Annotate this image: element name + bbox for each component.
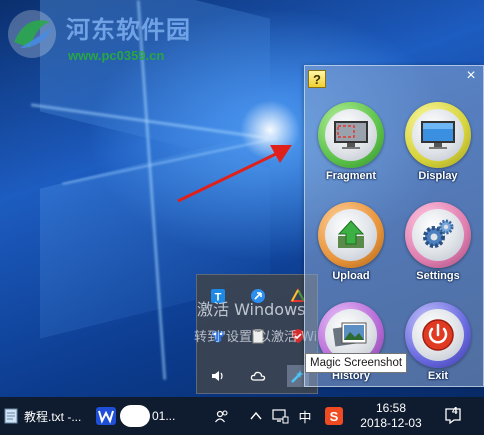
people-button[interactable] [212,397,232,435]
display-ring [405,102,471,168]
magic-screenshot-panel: ? × Fragment Display Upload Settings His… [304,65,484,387]
upload-label: Upload [332,270,370,282]
notepad-icon [4,408,18,424]
speaker-icon[interactable] [209,367,227,385]
upload-button[interactable]: Upload [315,202,387,282]
help-button[interactable]: ? [308,70,326,88]
red-arrow-annotation [177,145,292,203]
sogou-icon: S [325,407,343,425]
notification-count-badge: 4 [452,406,458,417]
power-icon [412,309,464,361]
network-button[interactable] [270,397,290,435]
action-center-button[interactable]: 4 [440,397,466,435]
settings-button[interactable]: Settings [402,202,474,282]
monitor-display-icon [412,109,464,161]
svg-text:S: S [330,409,339,424]
settings-ring [405,202,471,268]
taskbar-item-notepad[interactable]: 教程.txt -... [2,397,88,435]
cloud-icon[interactable] [249,367,267,385]
display-button[interactable]: Display [402,102,474,182]
watermark-url: www.pc0359.cn [68,48,165,63]
network-icon [272,409,289,424]
exit-label: Exit [427,370,449,382]
taskbar-item-wps-label: 01... [152,409,176,423]
magic-screenshot-tooltip: Magic Screenshot [305,353,408,373]
watermark-title: 河东软件园 [66,16,191,44]
gears-icon [412,209,464,261]
close-button[interactable]: × [463,67,479,85]
ime-mode-button[interactable]: 中 [296,397,314,435]
display-label: Display [418,170,458,182]
exit-ring [405,302,471,368]
people-icon [215,410,228,423]
fragment-ring [318,102,384,168]
chevron-up-icon [250,411,262,420]
monitor-fragment-icon [325,109,377,161]
watermark: 河东软件园 www.pc0359.cn [4,6,244,68]
exit-button[interactable]: Exit [402,302,474,382]
clock-time: 16:58 [375,401,407,415]
activate-windows-title: 激活 Windows [197,300,306,319]
clock-date: 2018-12-03 [360,416,422,430]
taskbar: 教程.txt -... 01... 中 S 16:58 2018-12-03 4 [0,397,484,435]
upload-ring [318,202,384,268]
show-hidden-icons-button[interactable] [248,397,264,435]
wps-icon [96,407,116,425]
upload-arrow-icon [325,209,377,261]
sogou-ime-button[interactable]: S [324,397,344,435]
ime-mode-label: 中 [298,410,312,426]
watermark-logo-icon [8,10,56,58]
clock[interactable]: 16:58 2018-12-03 [352,397,430,435]
settings-label: Settings [416,270,460,282]
taskbar-item-notepad-label: 教程.txt -... [24,409,82,424]
redaction-blob [120,405,150,427]
taskbar-item-wps[interactable]: 01... [96,397,190,435]
fragment-label: Fragment [325,170,377,182]
fragment-button[interactable]: Fragment [315,102,387,182]
